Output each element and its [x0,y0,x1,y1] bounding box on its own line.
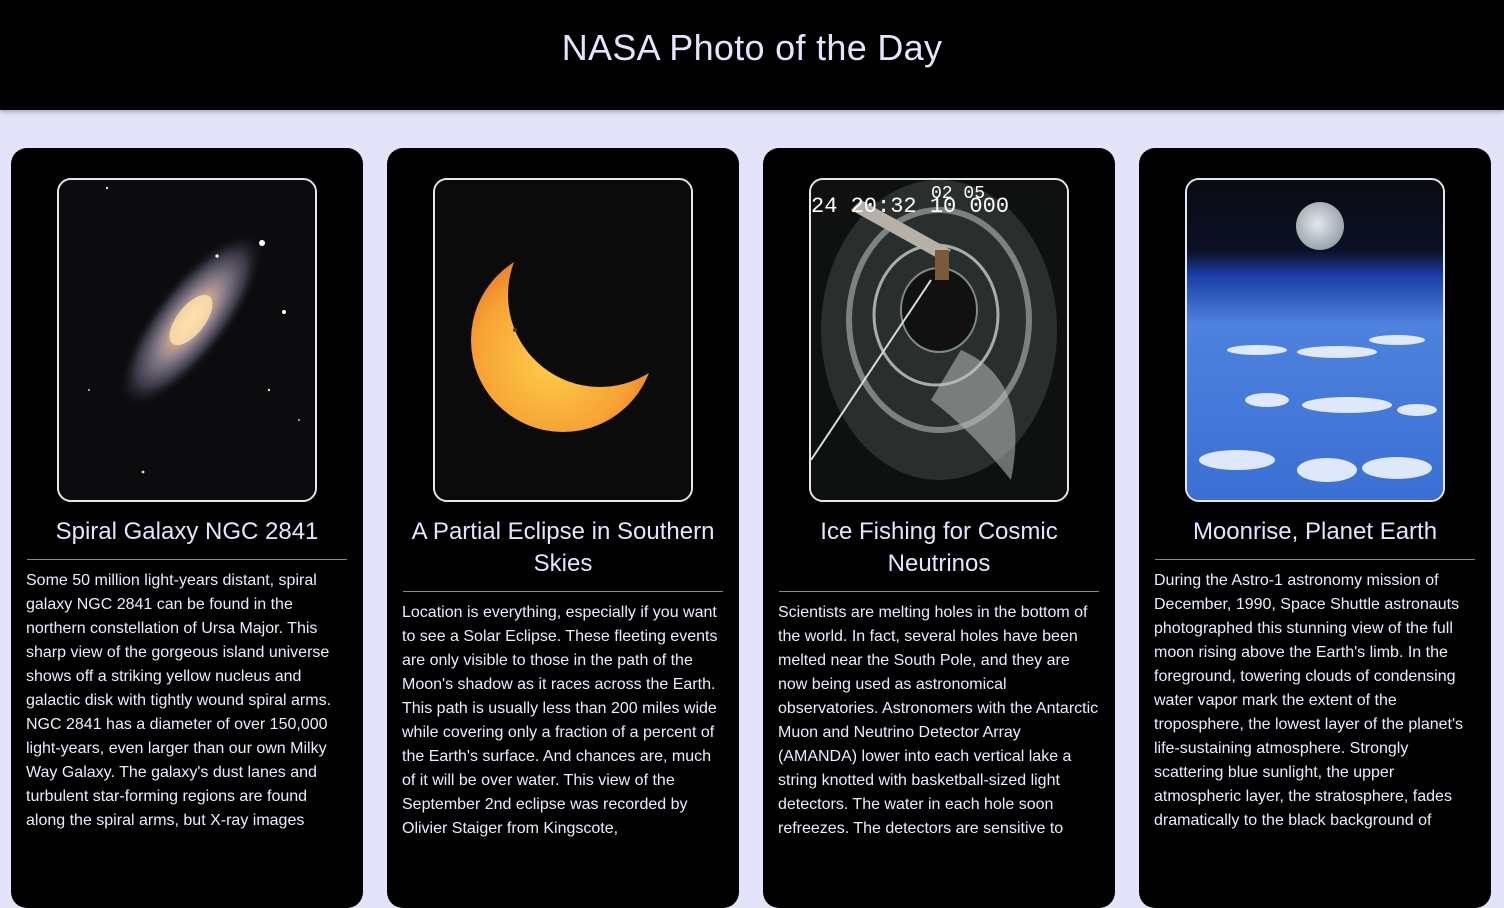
divider [1155,559,1475,560]
card-description: Scientists are melting holes in the bott… [778,604,1099,837]
eclipse-image [435,180,691,500]
galaxy-image [59,180,315,500]
card-title: A Partial Eclipse in Southern Skies [411,518,715,577]
page-title: NASA Photo of the Day [561,27,943,68]
borehole-camera-photo[interactable]: 02 05 24 20:32 10 000 [809,178,1069,502]
moonrise-image [1187,180,1443,500]
photo-card[interactable]: 02 05 24 20:32 10 000 Ice Fishing for Co… [763,148,1115,908]
galaxy-photo[interactable] [57,178,317,502]
photo-card[interactable]: A Partial Eclipse in Southern Skies Loca… [387,148,739,908]
borehole-image: 02 05 24 20:32 10 000 [811,180,1067,500]
divider [403,591,723,592]
photo-card[interactable]: Spiral Galaxy NGC 2841 Some 50 million l… [11,148,363,908]
card-description: During the Astro-1 astronomy mission of … [1154,572,1464,829]
page-header: NASA Photo of the Day [0,0,1504,110]
card-grid: Spiral Galaxy NGC 2841 Some 50 million l… [0,110,1504,908]
photo-card[interactable]: Moonrise, Planet Earth During the Astro-… [1139,148,1491,908]
card-description: Location is everything, especially if yo… [402,604,718,837]
divider [779,591,1099,592]
camera-timestamp: 24 20:32 10 000 [811,194,1009,219]
card-title: Ice Fishing for Cosmic Neutrinos [820,518,1058,577]
card-description: Some 50 million light-years distant, spi… [26,572,332,829]
divider [27,559,347,560]
card-title: Spiral Galaxy NGC 2841 [55,518,319,545]
eclipse-photo[interactable] [433,178,693,502]
moonrise-photo[interactable] [1185,178,1445,502]
card-title: Moonrise, Planet Earth [1192,518,1438,545]
